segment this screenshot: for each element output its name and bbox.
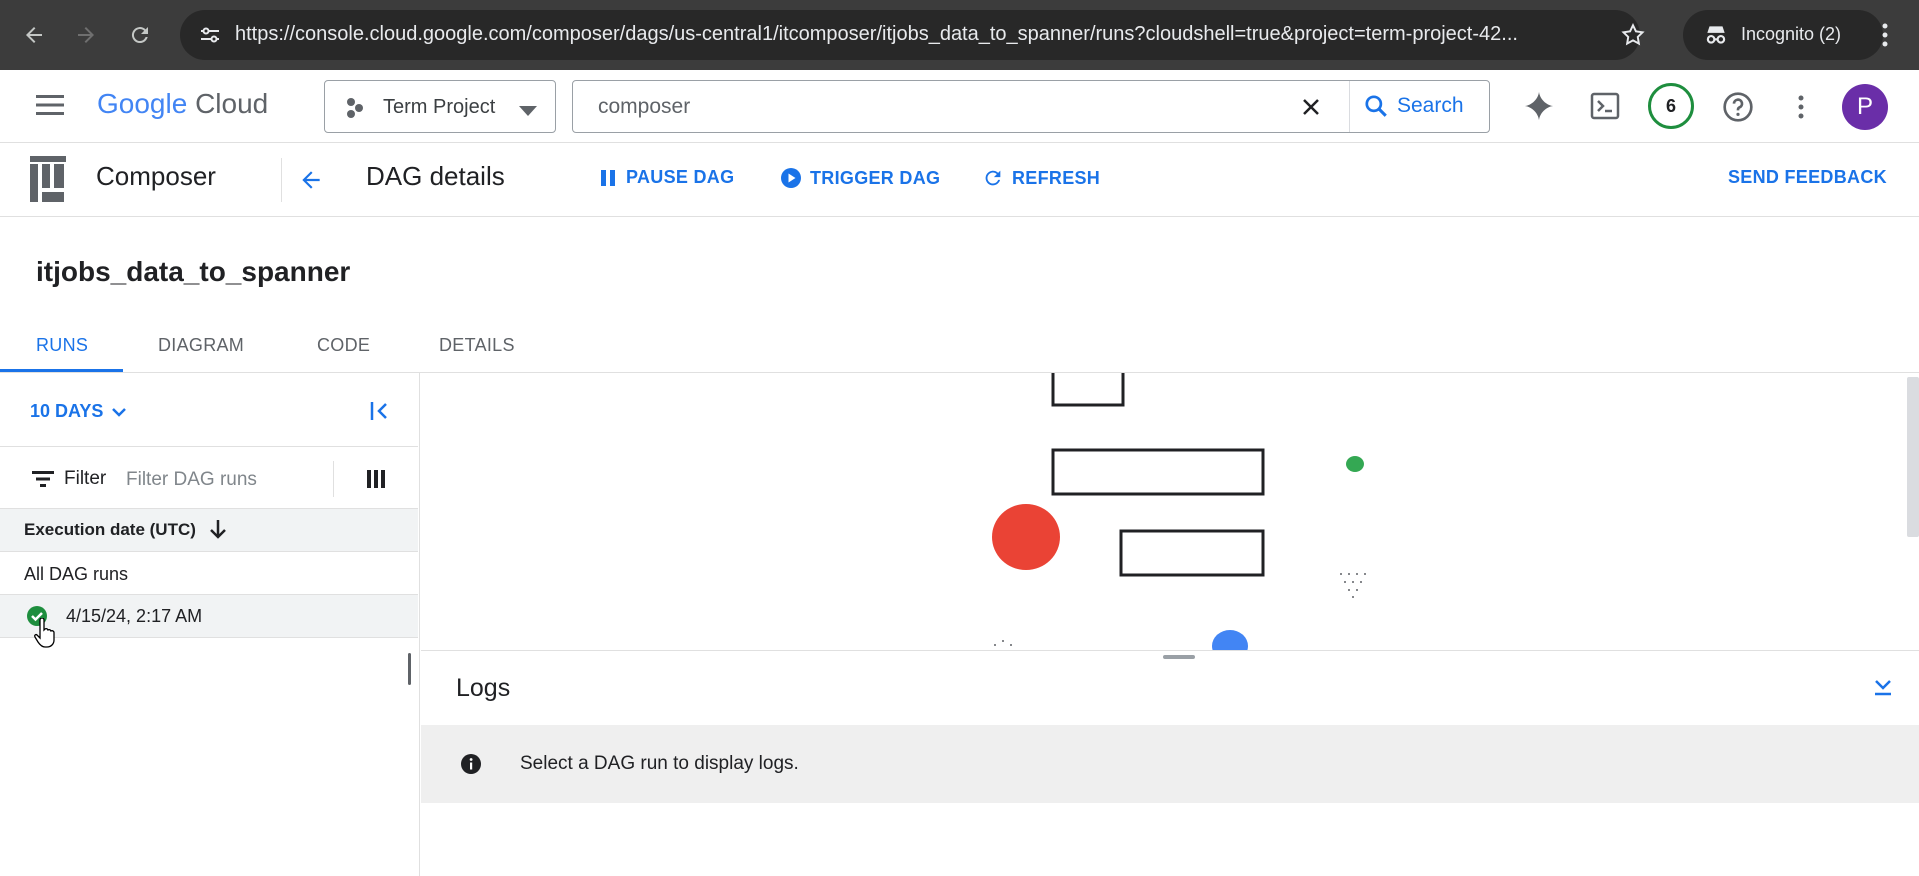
site-settings-icon[interactable] (198, 23, 222, 52)
browser-menu-icon[interactable] (1880, 22, 1890, 53)
filter-divider (333, 461, 334, 497)
dag-diagram-canvas[interactable] (421, 373, 1919, 650)
send-feedback-label: SEND FEEDBACK (1728, 167, 1887, 187)
avatar[interactable]: P (1842, 84, 1888, 130)
help-icon[interactable] (1722, 91, 1754, 128)
search-icon (1365, 95, 1387, 117)
all-dag-runs-item[interactable]: All DAG runs (24, 564, 128, 585)
vertical-scrollbar[interactable] (1907, 377, 1919, 537)
collapse-logs-icon[interactable] (1872, 676, 1894, 703)
runs-panel: 10 DAYS Filter Filter DAG runs Execution… (0, 373, 420, 876)
column-display-icon[interactable] (366, 469, 386, 494)
pause-dag-button[interactable]: PAUSE DAG (598, 167, 734, 188)
dropdown-arrow-icon (519, 103, 537, 121)
search-box[interactable]: composer Search (572, 80, 1490, 133)
trigger-dag-button[interactable]: TRIGGER DAG (780, 167, 940, 189)
address-bar[interactable]: https://console.cloud.google.com/compose… (180, 10, 1645, 60)
search-input[interactable]: composer (598, 95, 690, 119)
filter-button[interactable]: Filter (32, 468, 106, 490)
forward-icon[interactable] (68, 17, 104, 53)
send-feedback-button[interactable]: SEND FEEDBACK (1728, 167, 1887, 188)
url-text: https://console.cloud.google.com/compose… (235, 23, 1518, 45)
collapse-panel-icon[interactable] (368, 399, 392, 428)
trigger-dag-label: TRIGGER DAG (810, 167, 941, 188)
console-header: Google Cloud Term Project composer Searc… (0, 70, 1919, 143)
search-button[interactable]: Search (1363, 93, 1464, 119)
pause-icon (601, 169, 615, 186)
project-icon (345, 97, 367, 124)
panel-resize-handle[interactable] (408, 653, 411, 685)
logs-info-text: Select a DAG run to display logs. (520, 753, 799, 774)
pointer-cursor-icon (33, 617, 57, 653)
notifications-badge[interactable]: 6 (1648, 83, 1694, 129)
dotted-marker (994, 573, 1366, 646)
logo-google: Google (97, 88, 188, 119)
search-divider (1349, 81, 1350, 132)
filter-icon (32, 471, 54, 487)
search-button-label: Search (1397, 94, 1464, 117)
divider (0, 637, 418, 638)
cloud-shell-icon[interactable] (1590, 92, 1620, 125)
date-range-label: 10 DAYS (30, 401, 104, 421)
pause-dag-label: PAUSE DAG (626, 167, 735, 187)
clear-search-icon[interactable] (1299, 95, 1323, 124)
tab-details[interactable]: DETAILS (439, 335, 515, 356)
page-title: DAG details (366, 161, 505, 191)
dag-node-box[interactable] (1051, 373, 1125, 407)
gemini-sparkle-icon[interactable] (1522, 89, 1556, 128)
tab-diagram[interactable]: DIAGRAM (158, 335, 244, 356)
dag-graph (992, 373, 1366, 650)
reload-icon[interactable] (122, 17, 158, 53)
logs-title: Logs (456, 674, 511, 702)
more-options-icon[interactable] (1797, 94, 1805, 125)
toolbar-divider (281, 158, 282, 202)
tab-runs[interactable]: RUNS (36, 335, 88, 356)
project-name: Term Project (383, 96, 496, 118)
logs-info-banner: Select a DAG run to display logs. (421, 725, 1919, 803)
incognito-label: Incognito (2) (1741, 24, 1842, 44)
chevron-down-icon (112, 407, 127, 417)
dag-node-failed[interactable] (992, 504, 1060, 570)
sort-arrow-icon[interactable] (208, 518, 228, 545)
product-name: Composer (96, 161, 216, 191)
incognito-icon (1703, 22, 1729, 53)
table-row[interactable]: 4/15/24, 2:17 AM (0, 595, 418, 637)
divider (0, 551, 418, 552)
bookmark-star-icon[interactable] (1620, 22, 1646, 53)
dag-node-running[interactable] (1212, 630, 1248, 650)
refresh-icon (985, 170, 1001, 186)
back-arrow-icon[interactable] (297, 167, 325, 198)
refresh-button[interactable]: REFRESH (982, 167, 1100, 189)
filter-label: Filter (64, 468, 107, 489)
dag-node-box[interactable] (1051, 448, 1265, 496)
hamburger-menu-icon[interactable] (36, 94, 64, 121)
composer-toolbar: Composer DAG details PAUSE DAG TRIGGER D… (0, 143, 1919, 217)
google-cloud-logo[interactable]: Google Cloud (97, 88, 268, 120)
divider (0, 446, 418, 447)
column-header-execution-date[interactable]: Execution date (UTC) (24, 520, 196, 540)
incognito-indicator[interactable]: Incognito (2) (1683, 10, 1883, 60)
browser-chrome: https://console.cloud.google.com/compose… (0, 0, 1919, 70)
dag-node-success[interactable] (1346, 456, 1364, 472)
dag-node-box[interactable] (1119, 529, 1265, 577)
logs-resize-handle[interactable] (1163, 655, 1195, 659)
tab-code[interactable]: CODE (317, 335, 370, 356)
project-selector[interactable]: Term Project (324, 80, 556, 133)
back-icon[interactable] (16, 17, 52, 53)
logs-panel: Logs Select a DAG run to display logs. (421, 650, 1919, 876)
date-range-dropdown[interactable]: 10 DAYS (30, 401, 127, 422)
play-circle-icon (781, 168, 801, 188)
info-icon (460, 753, 482, 780)
logo-cloud: Cloud (195, 88, 269, 119)
composer-logo-icon (30, 156, 66, 207)
refresh-label: REFRESH (1012, 167, 1101, 188)
dag-name-heading: itjobs_data_to_spanner (36, 256, 351, 287)
run-date: 4/15/24, 2:17 AM (66, 606, 203, 626)
filter-input[interactable]: Filter DAG runs (126, 469, 257, 491)
